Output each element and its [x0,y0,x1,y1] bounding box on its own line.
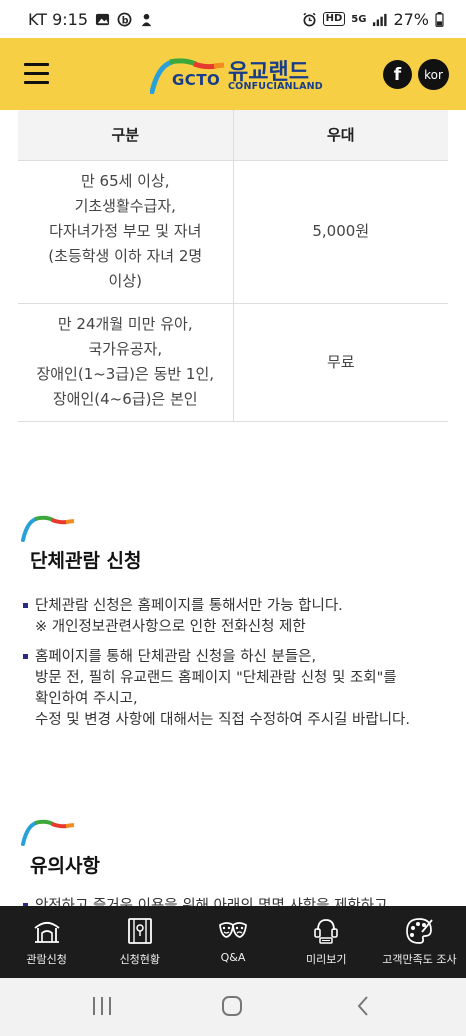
map-book-icon [127,918,152,944]
condition-line: 만 24개월 미만 유아, [57,315,193,333]
list-item-text: 수정 및 변경 사항에 대해서는 직접 수정하여 주시길 바랍니다. [35,712,410,728]
hd-badge: HD [322,12,346,26]
home-icon[interactable] [220,994,244,1018]
condition-line: 다자녀가정 부모 및 자녀 [49,222,202,240]
list-item: 안전하고 즐거운 이용을 위해 아래의 몇몇 사항을 제한하고 [22,896,452,906]
list-item-text: ※ 개인정보관련사항으로 인한 전화신청 제한 [35,619,306,635]
nav-label: 고객만족도 조사 [382,953,457,966]
alarm-icon [303,12,316,26]
status-bar: KT 9:15 b HD 5G 27% [0,0,466,38]
svg-text:b: b [122,15,129,26]
table-cell-benefit: 무료 [233,303,448,422]
condition-line: 기초생활수급자, [74,197,176,215]
recent-apps-icon[interactable] [90,994,114,1018]
group-info-list: 단체관람 신청은 홈페이지를 통해서만 가능 합니다. ※ 개인정보관련사항으로… [22,596,452,740]
list-item-text: 안전하고 즐거운 이용을 위해 아래의 몇몇 사항을 제한하고 [35,898,388,906]
site-logo[interactable]: GCTO 유교랜드 CONFUCIANLAND [150,54,323,96]
signal-icon [373,13,387,26]
notice-section-title: 유의사항 [30,855,100,877]
nav-label: 신청현황 [119,953,161,966]
gallery-icon [95,13,110,25]
condition-line: 장애인(4~6급)은 본인 [52,390,198,408]
table-row: 만 65세 이상, 기초생활수급자, 다자녀가정 부모 및 자녀 (초등학생 이… [18,160,448,304]
nav-item-survey[interactable]: 고객만족도 조사 [373,906,466,978]
list-item-text: 홈페이지를 통해 단체관람 신청을 하신 분들은, [35,649,317,665]
notification-app-icon [141,13,152,26]
bottom-navigation: 관람신청 신청현황 Q&A 미리보기 고객만족도 조사 [0,906,466,978]
nav-label: 관람신청 [26,953,67,966]
condition-line: 만 65세 이상, [80,172,170,190]
palette-icon [406,918,434,944]
nav-item-qna[interactable]: Q&A [186,906,279,978]
discount-table: 구분 우대 만 65세 이상, 기초생활수급자, 다자녀가정 부모 및 자녀 (… [18,110,448,422]
back-icon[interactable] [352,994,376,1018]
condition-line: 국가유공자, [88,340,163,358]
notice-list: 안전하고 즐거운 이용을 위해 아래의 몇몇 사항을 제한하고 [22,896,452,906]
column-header-category: 구분 [18,110,234,161]
table-cell-benefit: 5,000원 [233,160,448,304]
nav-item-reservation[interactable]: 관람신청 [0,906,93,978]
system-navigation-bar [0,978,466,1036]
table-cell-condition: 만 24개월 미만 유아, 국가유공자, 장애인(1~3급)은 동반 1인, 장… [18,303,234,422]
nav-item-preview[interactable]: 미리보기 [280,906,373,978]
nav-item-status[interactable]: 신청현황 [93,906,186,978]
facebook-button[interactable]: f [383,60,412,89]
section-deco-icon [21,819,75,846]
group-section-title: 단체관람 신청 [30,550,142,572]
list-item-text: 방문 전, 필히 유교랜드 홈페이지 "단체관람 신청 및 조회"를 [35,670,397,686]
list-item: 홈페이지를 통해 단체관람 신청을 하신 분들은, 방문 전, 필히 유교랜드 … [22,647,452,731]
condition-line: 장애인(1~3급)은 동반 1인, [36,365,215,383]
building-icon [34,921,60,943]
language-button[interactable]: kor [418,59,449,90]
hamburger-menu-button[interactable] [24,63,49,84]
condition-line: (초등학생 이하 자녀 2명 [48,247,203,265]
language-label: kor [424,67,443,82]
list-item: 단체관람 신청은 홈페이지를 통해서만 가능 합니다. ※ 개인정보관련사항으로… [22,596,452,638]
time-text: KT 9:15 [28,9,89,29]
masks-icon [219,922,247,938]
vr-headset-icon [314,919,339,944]
battery-icon [435,11,444,27]
nav-label: Q&A [220,951,246,964]
logo-english-text: CONFUCIANLAND [228,81,323,92]
list-item-text: 확인하여 주시고, [35,691,138,707]
battery-percent: 27% [393,9,429,29]
logo-gcto-text: GCTO [172,71,221,89]
condition-line: 이상) [108,272,142,290]
facebook-icon: f [393,64,402,85]
table-cell-condition: 만 65세 이상, 기초생활수급자, 다자녀가정 부모 및 자녀 (초등학생 이… [18,160,234,304]
column-header-benefit: 우대 [233,110,448,161]
section-deco-icon [21,515,75,542]
b-app-icon: b [117,12,132,26]
app-header: GCTO 유교랜드 CONFUCIANLAND f kor [0,38,466,110]
table-header-row: 구분 우대 [18,110,448,161]
table-row: 만 24개월 미만 유아, 국가유공자, 장애인(1~3급)은 동반 1인, 장… [18,303,448,422]
nav-label: 미리보기 [305,953,347,966]
list-item-text: 단체관람 신청은 홈페이지를 통해서만 가능 합니다. [35,598,343,614]
network-type: 5G [351,13,367,25]
